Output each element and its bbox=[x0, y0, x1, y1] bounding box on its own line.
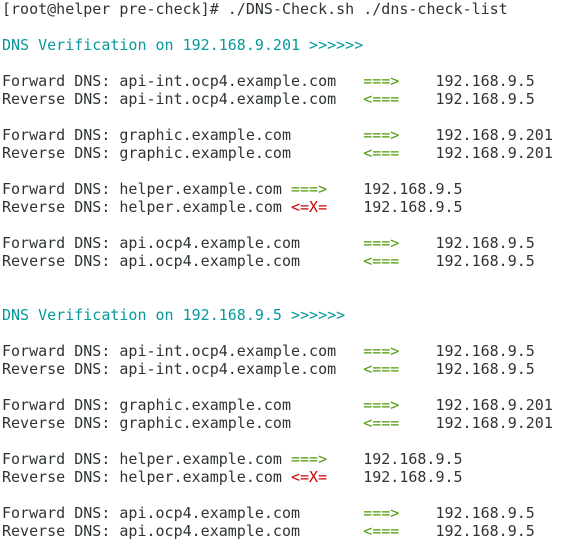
reverse-ip: 192.168.9.201 bbox=[435, 144, 553, 162]
reverse-ip: 192.168.9.5 bbox=[363, 198, 463, 216]
section-header-text: DNS Verification on 192.168.9.5 >>>>>> bbox=[2, 306, 346, 324]
forward-ip: 192.168.9.5 bbox=[435, 504, 535, 522]
command-prompt-line: [root@helper pre-check]# ./DNS-Check.sh … bbox=[2, 0, 508, 18]
section-header: DNS Verification on 192.168.9.5 >>>>>> bbox=[2, 306, 563, 324]
reverse-ip: 192.168.9.5 bbox=[363, 468, 463, 486]
reverse-arrow: <=== bbox=[363, 90, 400, 108]
forward-dns-row: Forward DNS: api-int.ocp4.example.com ===… bbox=[2, 72, 563, 90]
forward-arrow: ===> bbox=[363, 342, 400, 360]
reverse-dns-label: Reverse DNS: graphic.example.com bbox=[2, 414, 291, 432]
reverse-arrow: <=== bbox=[363, 414, 400, 432]
forward-arrow: ===> bbox=[290, 180, 328, 198]
forward-ip: 192.168.9.201 bbox=[435, 396, 553, 414]
forward-ip: 192.168.9.5 bbox=[435, 72, 535, 90]
reverse-dns-label: Reverse DNS: graphic.example.com bbox=[2, 144, 291, 162]
section-header: DNS Verification on 192.168.9.201 >>>>>> bbox=[2, 36, 563, 54]
forward-dns-label: Forward DNS: graphic.example.com bbox=[2, 126, 291, 144]
reverse-dns-label: Reverse DNS: api-int.ocp4.example.com bbox=[2, 360, 337, 378]
reverse-dns-label: Reverse DNS: helper.example.com bbox=[2, 198, 282, 216]
reverse-arrow: <=X= bbox=[290, 468, 328, 486]
reverse-dns-row: Reverse DNS: graphic.example.com <=== 192.… bbox=[2, 414, 563, 432]
reverse-ip: 192.168.9.5 bbox=[435, 252, 535, 270]
reverse-dns-row: Reverse DNS: api.ocp4.example.com <=== 192… bbox=[2, 522, 563, 540]
forward-arrow: ===> bbox=[290, 450, 328, 468]
reverse-arrow: <=X= bbox=[290, 198, 328, 216]
terminal-window[interactable]: [root@helper pre-check]# ./DNS-Check.sh … bbox=[0, 0, 563, 546]
forward-dns-label: Forward DNS: api.ocp4.example.com bbox=[2, 234, 301, 252]
reverse-dns-row: Reverse DNS: helper.example.com <=X= 192.1… bbox=[2, 198, 563, 216]
forward-arrow: ===> bbox=[363, 234, 400, 252]
terminal-output: DNS Verification on 192.168.9.201 >>>>>>… bbox=[2, 36, 563, 540]
reverse-ip: 192.168.9.201 bbox=[435, 414, 553, 432]
forward-dns-label: Forward DNS: graphic.example.com bbox=[2, 396, 291, 414]
forward-arrow: ===> bbox=[363, 72, 400, 90]
forward-dns-label: Forward DNS: api-int.ocp4.example.com bbox=[2, 72, 337, 90]
reverse-arrow: <=== bbox=[363, 144, 400, 162]
forward-dns-label: Forward DNS: api.ocp4.example.com bbox=[2, 504, 301, 522]
forward-dns-row: Forward DNS: helper.example.com ===> 192.1… bbox=[2, 180, 563, 198]
reverse-arrow: <=== bbox=[363, 360, 400, 378]
forward-arrow: ===> bbox=[363, 396, 400, 414]
forward-dns-row: Forward DNS: graphic.example.com ===> 192.… bbox=[2, 126, 563, 144]
reverse-ip: 192.168.9.5 bbox=[435, 522, 535, 540]
reverse-dns-row: Reverse DNS: helper.example.com <=X= 192.1… bbox=[2, 468, 563, 486]
forward-dns-label: Forward DNS: helper.example.com bbox=[2, 450, 282, 468]
reverse-dns-row: Reverse DNS: api.ocp4.example.com <=== 192… bbox=[2, 252, 563, 270]
reverse-dns-label: Reverse DNS: api.ocp4.example.com bbox=[2, 522, 301, 540]
forward-ip: 192.168.9.5 bbox=[435, 342, 535, 360]
forward-ip: 192.168.9.201 bbox=[435, 126, 553, 144]
forward-dns-row: Forward DNS: api.ocp4.example.com ===> 192… bbox=[2, 234, 563, 252]
reverse-dns-row: Reverse DNS: api-int.ocp4.example.com <==… bbox=[2, 90, 563, 108]
forward-dns-label: Forward DNS: helper.example.com bbox=[2, 180, 282, 198]
reverse-dns-row: Reverse DNS: graphic.example.com <=== 192.… bbox=[2, 144, 563, 162]
forward-dns-row: Forward DNS: api.ocp4.example.com ===> 192… bbox=[2, 504, 563, 522]
reverse-dns-label: Reverse DNS: api.ocp4.example.com bbox=[2, 252, 301, 270]
forward-ip: 192.168.9.5 bbox=[435, 234, 535, 252]
reverse-arrow: <=== bbox=[363, 522, 400, 540]
forward-dns-label: Forward DNS: api-int.ocp4.example.com bbox=[2, 342, 337, 360]
forward-dns-row: Forward DNS: graphic.example.com ===> 192.… bbox=[2, 396, 563, 414]
reverse-dns-row: Reverse DNS: api-int.ocp4.example.com <==… bbox=[2, 360, 563, 378]
reverse-dns-label: Reverse DNS: api-int.ocp4.example.com bbox=[2, 90, 337, 108]
reverse-dns-label: Reverse DNS: helper.example.com bbox=[2, 468, 282, 486]
reverse-ip: 192.168.9.5 bbox=[435, 90, 535, 108]
forward-dns-row: Forward DNS: api-int.ocp4.example.com ===… bbox=[2, 342, 563, 360]
forward-dns-row: Forward DNS: helper.example.com ===> 192.1… bbox=[2, 450, 563, 468]
section-header-text: DNS Verification on 192.168.9.201 >>>>>> bbox=[2, 36, 364, 54]
forward-arrow: ===> bbox=[363, 504, 400, 522]
reverse-ip: 192.168.9.5 bbox=[435, 360, 535, 378]
forward-arrow: ===> bbox=[363, 126, 400, 144]
forward-ip: 192.168.9.5 bbox=[363, 450, 463, 468]
reverse-arrow: <=== bbox=[363, 252, 400, 270]
forward-ip: 192.168.9.5 bbox=[363, 180, 463, 198]
